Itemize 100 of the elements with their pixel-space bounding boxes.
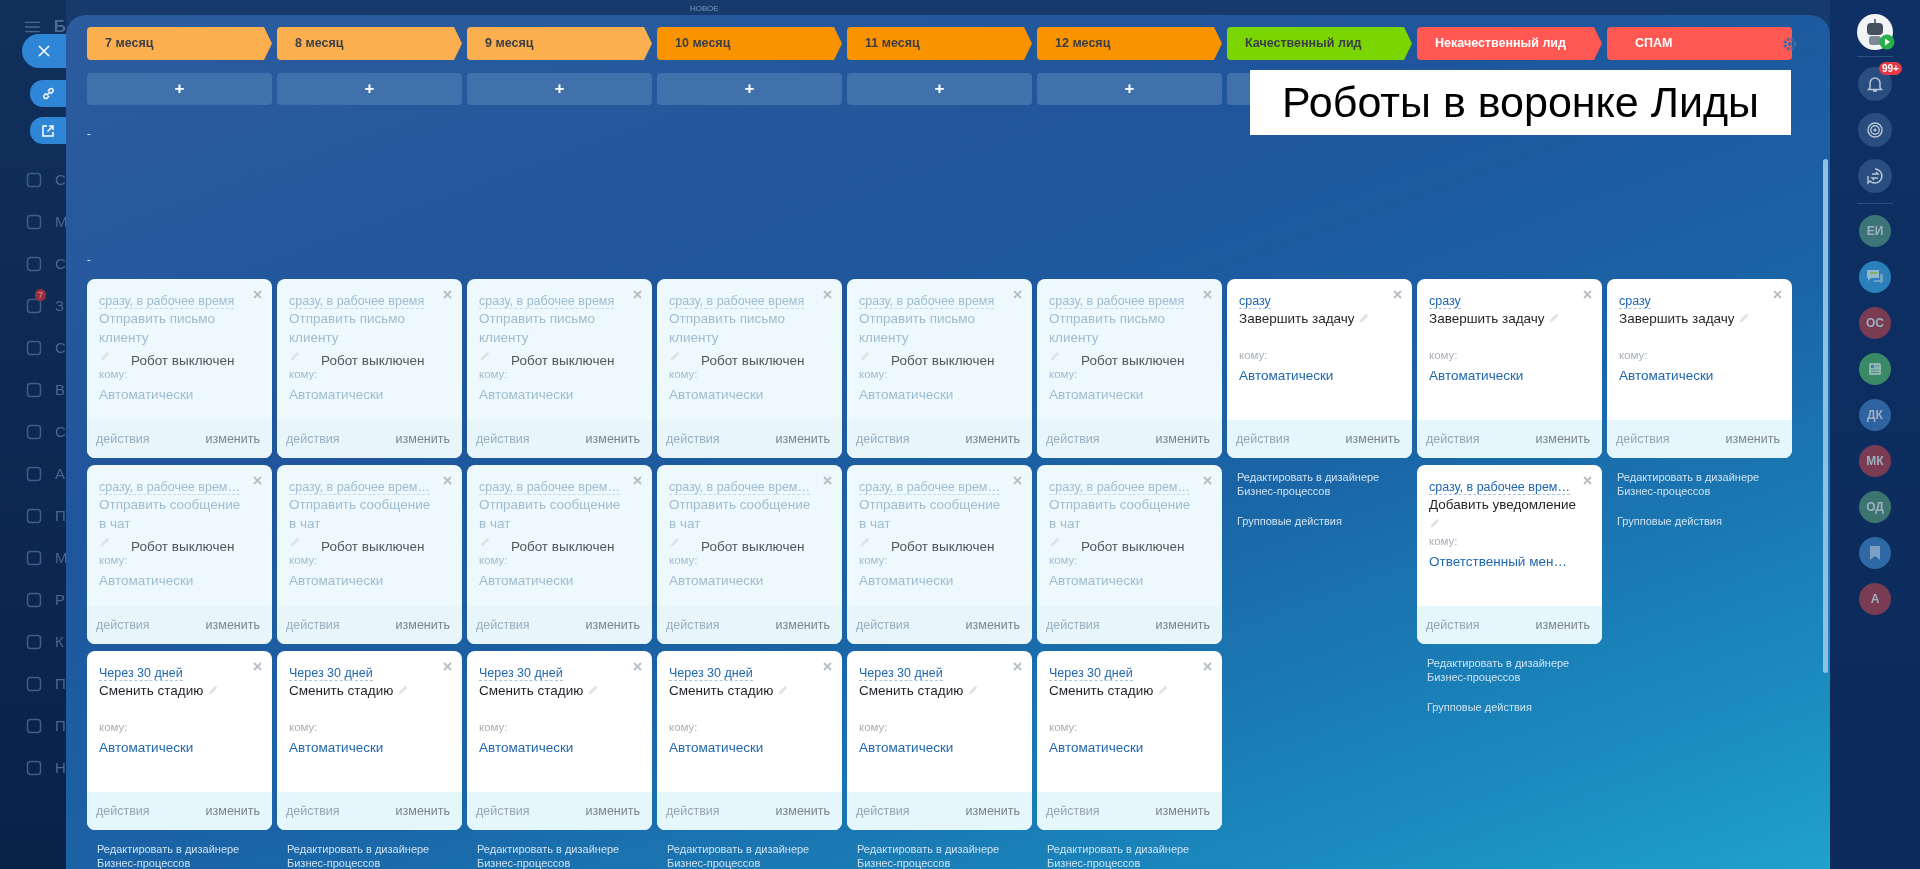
recipient-link[interactable]: Автоматически <box>1429 368 1524 383</box>
pencil-icon[interactable] <box>1157 684 1170 696</box>
square-icon[interactable] <box>26 466 42 482</box>
nav-item[interactable]: М <box>55 549 66 567</box>
actions-link[interactable]: действия <box>476 804 530 818</box>
square-icon[interactable] <box>26 256 42 272</box>
close-icon[interactable] <box>1583 290 1592 299</box>
trigger-link[interactable]: Через 30 дней <box>479 666 563 681</box>
square-icon[interactable] <box>26 634 42 650</box>
actions-link[interactable]: действия <box>1426 432 1480 446</box>
designer-link[interactable]: Редактировать в дизайнере Бизнес-процессов <box>1617 470 1772 498</box>
designer-link[interactable]: Редактировать в дизайнере Бизнес-процессов <box>857 842 1012 869</box>
add-button[interactable]: + <box>277 73 462 105</box>
designer-link[interactable]: Редактировать в дизайнере Бизнес-процессов <box>1237 470 1392 498</box>
nav-item[interactable]: З <box>55 297 65 315</box>
actions-link[interactable]: действия <box>856 804 910 818</box>
pencil-icon[interactable] <box>1738 312 1751 324</box>
user-avatar[interactable]: А <box>1859 583 1891 615</box>
actions-link[interactable]: действия <box>96 804 150 818</box>
pencil-icon[interactable] <box>1358 312 1371 324</box>
menu-icon[interactable] <box>25 21 40 33</box>
recipient-link[interactable]: Автоматически <box>479 740 574 755</box>
edit-link[interactable]: изменить <box>205 804 260 818</box>
designer-link[interactable]: Редактировать в дизайнере Бизнес-процессов <box>97 842 252 869</box>
trigger-link[interactable]: Через 30 дней <box>1049 666 1133 681</box>
group-actions-link[interactable]: Групповые действия <box>1617 514 1722 528</box>
trigger-link[interactable]: сразу <box>1239 294 1271 309</box>
add-button[interactable]: + <box>87 73 272 105</box>
close-icon[interactable] <box>823 662 832 671</box>
square-icon[interactable] <box>26 760 42 776</box>
add-button[interactable]: + <box>1037 73 1222 105</box>
play-badge-icon[interactable] <box>1879 34 1895 50</box>
user-avatar[interactable]: МК <box>1859 445 1891 477</box>
news-label[interactable]: НОВОЕ <box>690 4 719 14</box>
link-button[interactable] <box>30 80 66 107</box>
recipient-link[interactable]: Автоматически <box>1619 368 1714 383</box>
recipient-link[interactable]: Автоматически <box>99 740 194 755</box>
square-icon[interactable] <box>26 550 42 566</box>
square-icon[interactable] <box>26 382 42 398</box>
recipient-link[interactable]: Автоматически <box>669 740 764 755</box>
pencil-icon[interactable] <box>1429 517 1441 529</box>
add-button[interactable] <box>1227 73 1250 105</box>
edit-link[interactable]: изменить <box>965 804 1020 818</box>
designer-link[interactable]: Редактировать в дизайнере Бизнес-процессов <box>1427 656 1582 684</box>
designer-link[interactable]: Редактировать в дизайнере Бизнес-процессов <box>477 842 632 869</box>
close-button[interactable] <box>22 34 66 68</box>
actions-link[interactable]: действия <box>666 804 720 818</box>
recipient-link[interactable]: Ответственный мен… <box>1429 554 1567 569</box>
actions-link[interactable]: действия <box>1236 432 1290 446</box>
pencil-icon[interactable] <box>1548 312 1561 324</box>
edit-link[interactable]: изменить <box>775 804 830 818</box>
group-actions-link[interactable]: Групповые действия <box>1237 514 1342 528</box>
square-icon[interactable] <box>26 214 42 230</box>
nav-item[interactable]: К <box>55 633 64 651</box>
group-actions-link[interactable]: Групповые действия <box>1427 700 1532 714</box>
square-icon[interactable] <box>26 676 42 692</box>
nav-item[interactable]: П <box>55 717 66 735</box>
nav-item[interactable]: С <box>55 171 66 189</box>
pencil-icon[interactable] <box>397 684 410 696</box>
actions-link[interactable]: действия <box>286 804 340 818</box>
close-icon[interactable] <box>1203 662 1212 671</box>
nav-item[interactable]: С <box>55 339 66 357</box>
actions-link[interactable]: действия <box>1046 804 1100 818</box>
recipient-link[interactable]: Автоматически <box>859 740 954 755</box>
close-icon[interactable] <box>1583 476 1592 485</box>
square-icon[interactable] <box>26 424 42 440</box>
nav-item[interactable]: С <box>55 423 66 441</box>
nav-item[interactable]: С <box>55 255 66 273</box>
spiral-button[interactable] <box>1858 113 1892 147</box>
add-button[interactable]: + <box>657 73 842 105</box>
trigger-link[interactable]: сразу, в рабочее врем… <box>1429 480 1570 495</box>
trigger-link[interactable]: Через 30 дней <box>669 666 753 681</box>
close-icon[interactable] <box>443 662 452 671</box>
square-icon[interactable] <box>26 340 42 356</box>
chat-avatar[interactable] <box>1859 261 1891 293</box>
pencil-icon[interactable] <box>967 684 980 696</box>
recipient-link[interactable]: Автоматически <box>289 740 384 755</box>
actions-link[interactable]: действия <box>1616 432 1670 446</box>
recipient-link[interactable]: Автоматически <box>1049 740 1144 755</box>
add-button[interactable]: + <box>847 73 1032 105</box>
news-avatar[interactable] <box>1859 353 1891 385</box>
scrollbar[interactable] <box>1823 159 1828 673</box>
bookmark-avatar[interactable] <box>1859 537 1891 569</box>
pencil-icon[interactable] <box>207 684 220 696</box>
external-link-button[interactable] <box>30 117 66 144</box>
edit-link[interactable]: изменить <box>585 804 640 818</box>
designer-link[interactable]: Редактировать в дизайнере Бизнес-процессов <box>667 842 822 869</box>
chat-swap-button[interactable] <box>1858 159 1892 193</box>
trigger-link[interactable]: Через 30 дней <box>99 666 183 681</box>
nav-item[interactable]: П <box>55 507 66 525</box>
edit-link[interactable]: изменить <box>1535 618 1590 632</box>
edit-link[interactable]: изменить <box>1725 432 1780 446</box>
recipient-link[interactable]: Автоматически <box>1239 368 1334 383</box>
nav-item[interactable]: П <box>55 675 66 693</box>
close-icon[interactable] <box>1773 290 1782 299</box>
close-icon[interactable] <box>1393 290 1402 299</box>
square-icon[interactable] <box>26 718 42 734</box>
designer-link[interactable]: Редактировать в дизайнере Бизнес-процессов <box>287 842 442 869</box>
pencil-icon[interactable] <box>777 684 790 696</box>
pencil-icon[interactable] <box>587 684 600 696</box>
